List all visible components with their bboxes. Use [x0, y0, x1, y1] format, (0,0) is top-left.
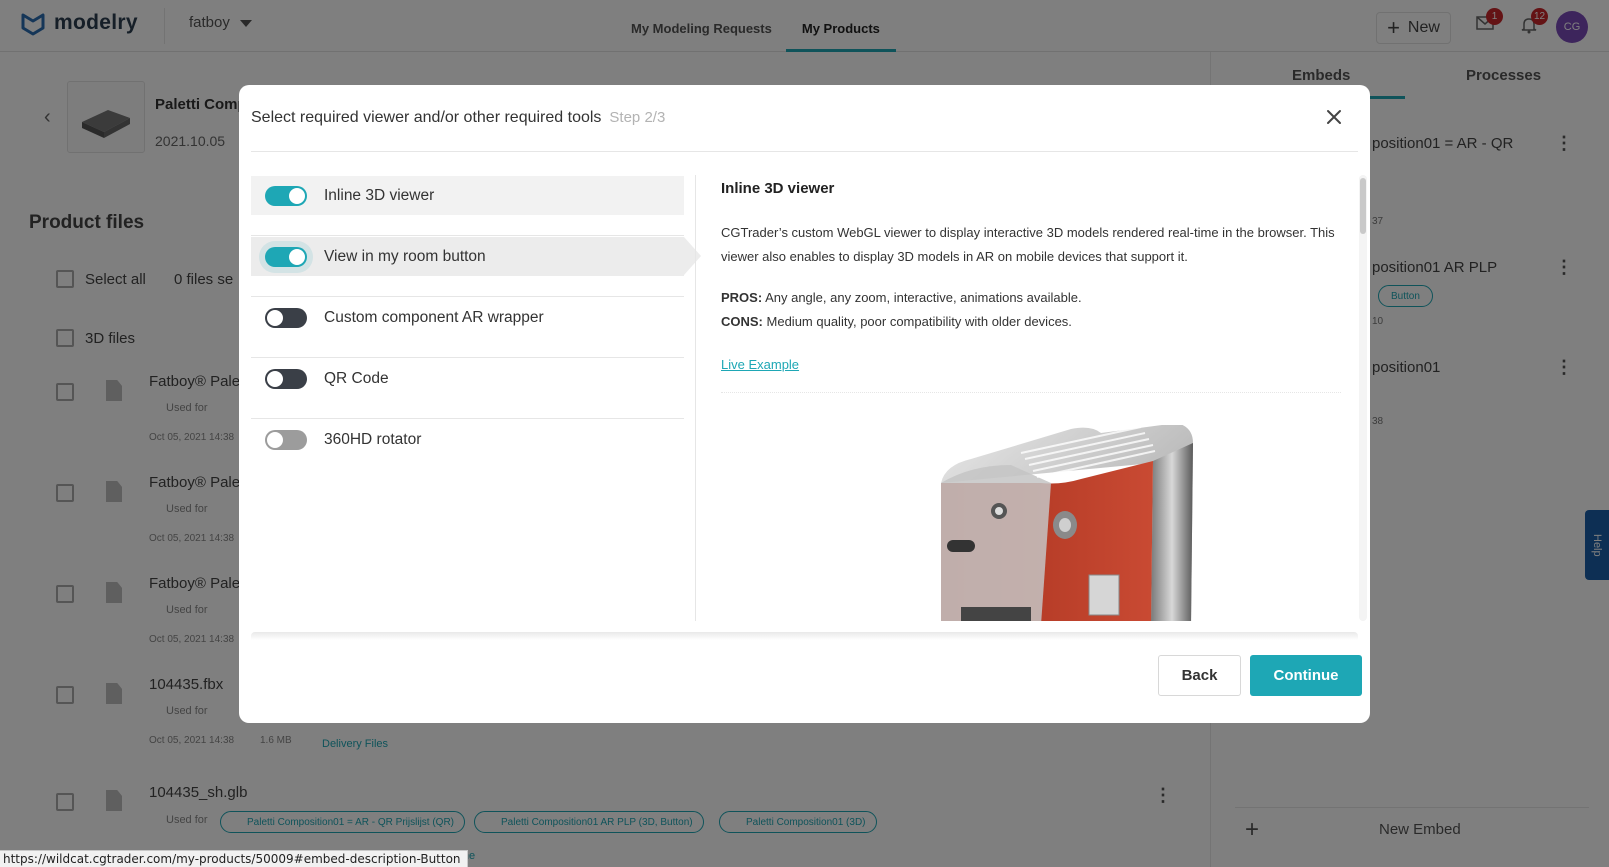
inline-3d-viewer-toggle[interactable]	[265, 185, 307, 206]
modal-title-text: Select required viewer and/or other requ…	[251, 109, 602, 126]
status-bar-url: https://wildcat.cgtrader.com/my-products…	[0, 850, 468, 867]
option-qr-code[interactable]: QR Code	[251, 358, 684, 419]
description-heading: Inline 3D viewer	[721, 180, 835, 197]
option-label: View in my room button	[324, 247, 486, 265]
modal-step: Step 2/3	[609, 109, 666, 126]
continue-button[interactable]: Continue	[1250, 655, 1362, 696]
qr-code-toggle[interactable]	[265, 368, 307, 389]
live-example-link[interactable]: Live Example	[721, 357, 799, 372]
column-divider	[695, 175, 696, 621]
selection-arrow	[684, 237, 701, 275]
pros-label: PROS:	[721, 290, 763, 305]
option-360hd-rotator[interactable]: 360HD rotator	[251, 419, 684, 480]
modal-title: Select required viewer and/or other requ…	[251, 109, 665, 127]
close-icon[interactable]	[1324, 107, 1344, 127]
modal-header-divider	[251, 151, 1358, 152]
option-view-in-my-room-button[interactable]: View in my room button	[251, 236, 701, 297]
tool-options-list: Inline 3D viewer View in my room button …	[251, 175, 701, 480]
option-description-panel: Inline 3D viewer CGTrader’s custom WebGL…	[721, 175, 1341, 621]
option-inline-3d-viewer[interactable]: Inline 3D viewer	[251, 175, 684, 236]
pros-text: Any angle, any zoom, interactive, animat…	[765, 290, 1082, 305]
preview-divider	[721, 392, 1341, 393]
cons-label: CONS:	[721, 314, 763, 329]
footer-divider	[251, 632, 1358, 640]
custom-component-ar-wrapper-toggle[interactable]	[265, 307, 307, 328]
select-tools-modal: Select required viewer and/or other requ…	[239, 85, 1370, 723]
cons-text: Medium quality, poor compatibility with …	[766, 314, 1072, 329]
coffee-machine-preview-image	[941, 425, 1193, 621]
option-custom-component-ar-wrapper[interactable]: Custom component AR wrapper	[251, 297, 684, 358]
option-label: QR Code	[324, 369, 389, 387]
option-label: Custom component AR wrapper	[324, 308, 544, 326]
360hd-rotator-toggle[interactable]	[265, 429, 307, 450]
option-label: Inline 3D viewer	[324, 186, 435, 204]
option-label: 360HD rotator	[324, 430, 422, 448]
description-text: CGTrader’s custom WebGL viewer to displa…	[721, 225, 1335, 264]
view-in-my-room-toggle[interactable]	[265, 246, 307, 267]
description-scrollbar[interactable]	[1359, 175, 1367, 621]
pros-cons: PROS: Any angle, any zoom, interactive, …	[721, 286, 1082, 334]
back-button[interactable]: Back	[1158, 655, 1241, 696]
